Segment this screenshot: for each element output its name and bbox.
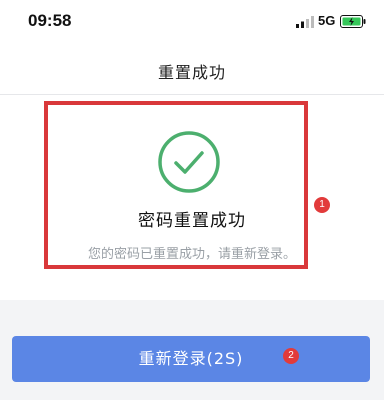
annotation-marker-2: 2: [283, 348, 299, 364]
network-type: 5G: [318, 13, 336, 28]
nav-bar: 重置成功: [0, 42, 384, 95]
status-time: 09:58: [28, 11, 72, 30]
status-bar: 09:58 5G: [0, 0, 384, 42]
check-circle-icon: [158, 131, 220, 193]
annotation-marker-1: 1: [314, 197, 330, 213]
relogin-button[interactable]: 重新登录(2S): [12, 336, 370, 382]
reset-success-screen: 09:58 5G 重置成功 密码重置成功 您的密码已重置成功，请重新登录。 1 …: [0, 0, 384, 400]
signal-icon: [296, 16, 314, 28]
page-title: 重置成功: [157, 63, 226, 82]
success-message: 您的密码已重置成功，请重新登录。: [87, 247, 296, 262]
battery-charging-icon: [340, 15, 366, 28]
